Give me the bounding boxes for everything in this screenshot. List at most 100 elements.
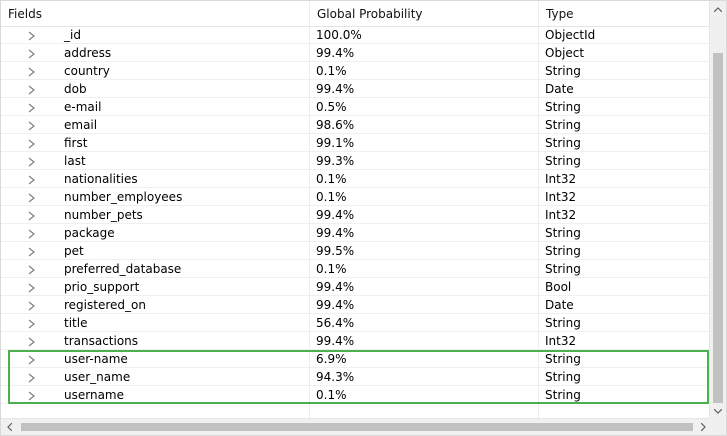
- grid-header: Fields Global Probability Type: [1, 1, 712, 27]
- grid-rows: _id 100.0% ObjectId address 99.4% Object count…: [1, 26, 712, 418]
- global-probability: 6.9%: [316, 352, 347, 366]
- table-row[interactable]: number_employees 0.1% Int32: [1, 188, 712, 206]
- field-name: user-name: [64, 352, 128, 366]
- column-header-fields[interactable]: Fields: [1, 1, 309, 26]
- field-name: dob: [64, 82, 87, 96]
- field-type: Bool: [545, 280, 572, 294]
- table-row[interactable]: e-mail 0.5% String: [1, 98, 712, 116]
- table-row[interactable]: registered_on 99.4% Date: [1, 296, 712, 314]
- field-name: _id: [64, 28, 81, 42]
- field-type: String: [545, 352, 581, 366]
- chevron-right-icon[interactable]: [27, 246, 36, 257]
- table-row[interactable]: number_pets 99.4% Int32: [1, 206, 712, 224]
- vertical-scroll-thumb[interactable]: [713, 53, 723, 403]
- global-probability: 99.4%: [316, 334, 355, 348]
- global-probability: 99.3%: [316, 154, 355, 168]
- table-row[interactable]: transactions 99.4% Int32: [1, 332, 712, 350]
- chevron-right-icon[interactable]: [27, 354, 36, 365]
- table-row[interactable]: prio_support 99.4% Bool: [1, 278, 712, 296]
- field-type: String: [545, 118, 581, 132]
- chevron-right-icon[interactable]: [27, 174, 36, 185]
- field-type: Int32: [545, 172, 577, 186]
- chevron-right-icon[interactable]: [27, 192, 36, 203]
- table-row[interactable]: nationalities 0.1% Int32: [1, 170, 712, 188]
- table-row[interactable]: last 99.3% String: [1, 152, 712, 170]
- column-header-probability[interactable]: Global Probability: [309, 1, 538, 26]
- field-type: Int32: [545, 208, 577, 222]
- table-row[interactable]: address 99.4% Object: [1, 44, 712, 62]
- field-type: String: [545, 226, 581, 240]
- global-probability: 94.3%: [316, 370, 355, 384]
- field-type: Date: [545, 82, 574, 96]
- chevron-right-icon[interactable]: [27, 372, 36, 383]
- field-name: user_name: [64, 370, 131, 384]
- field-type: String: [545, 262, 581, 276]
- table-row[interactable]: preferred_database 0.1% String: [1, 260, 712, 278]
- table-row[interactable]: user-name 6.9% String: [1, 350, 712, 368]
- horizontal-scroll-thumb[interactable]: [21, 423, 693, 431]
- chevron-right-icon[interactable]: [27, 264, 36, 275]
- chevron-right-icon[interactable]: [27, 156, 36, 167]
- field-type: Date: [545, 298, 574, 312]
- global-probability: 99.4%: [316, 208, 355, 222]
- field-name: prio_support: [64, 280, 140, 294]
- global-probability: 0.1%: [316, 64, 347, 78]
- table-row[interactable]: first 99.1% String: [1, 134, 712, 152]
- field-type: Object: [545, 46, 585, 60]
- horizontal-scrollbar[interactable]: [1, 418, 712, 435]
- table-row[interactable]: dob 99.4% Date: [1, 80, 712, 98]
- field-name: preferred_database: [64, 262, 182, 276]
- field-type: String: [545, 316, 581, 330]
- field-type: String: [545, 136, 581, 150]
- table-row[interactable]: email 98.6% String: [1, 116, 712, 134]
- table-row[interactable]: username 0.1% String: [1, 386, 712, 404]
- field-name: transactions: [64, 334, 139, 348]
- fields-grid: Fields Global Probability Type _id 100.0%…: [0, 0, 727, 436]
- chevron-right-icon[interactable]: [27, 390, 36, 401]
- chevron-right-icon[interactable]: [27, 300, 36, 311]
- chevron-right-icon[interactable]: [27, 282, 36, 293]
- column-header-type[interactable]: Type: [538, 1, 712, 26]
- field-name: country: [64, 64, 110, 78]
- global-probability: 0.5%: [316, 100, 347, 114]
- field-type: String: [545, 370, 581, 384]
- field-name: number_pets: [64, 208, 143, 222]
- field-type: Int32: [545, 190, 577, 204]
- chevron-right-icon[interactable]: [27, 120, 36, 131]
- table-row[interactable]: user_name 94.3% String: [1, 368, 712, 386]
- scrollbar-corner: [709, 418, 726, 435]
- field-name: number_employees: [64, 190, 183, 204]
- arrow-left-icon[interactable]: [1, 419, 18, 435]
- field-name: first: [64, 136, 88, 150]
- vertical-scrollbar[interactable]: [709, 1, 726, 420]
- chevron-right-icon[interactable]: [27, 228, 36, 239]
- global-probability: 99.1%: [316, 136, 355, 150]
- chevron-right-icon[interactable]: [27, 84, 36, 95]
- chevron-right-icon[interactable]: [27, 336, 36, 347]
- table-row[interactable]: title 56.4% String: [1, 314, 712, 332]
- chevron-right-icon[interactable]: [27, 210, 36, 221]
- chevron-right-icon[interactable]: [27, 66, 36, 77]
- field-name: address: [64, 46, 112, 60]
- arrow-up-icon[interactable]: [710, 1, 726, 18]
- table-row[interactable]: pet 99.5% String: [1, 242, 712, 260]
- chevron-right-icon[interactable]: [27, 30, 36, 41]
- table-row[interactable]: country 0.1% String: [1, 62, 712, 80]
- field-type: String: [545, 244, 581, 258]
- field-type: String: [545, 64, 581, 78]
- chevron-right-icon[interactable]: [27, 138, 36, 149]
- global-probability: 99.4%: [316, 298, 355, 312]
- global-probability: 56.4%: [316, 316, 355, 330]
- field-name: pet: [64, 244, 84, 258]
- global-probability: 98.6%: [316, 118, 355, 132]
- field-name: title: [64, 316, 88, 330]
- table-row[interactable]: _id 100.0% ObjectId: [1, 26, 712, 44]
- global-probability: 99.5%: [316, 244, 355, 258]
- field-name: package: [64, 226, 115, 240]
- chevron-right-icon[interactable]: [27, 318, 36, 329]
- table-row[interactable]: package 99.4% String: [1, 224, 712, 242]
- chevron-right-icon[interactable]: [27, 48, 36, 59]
- field-type: Int32: [545, 334, 577, 348]
- chevron-right-icon[interactable]: [27, 102, 36, 113]
- field-type: String: [545, 100, 581, 114]
